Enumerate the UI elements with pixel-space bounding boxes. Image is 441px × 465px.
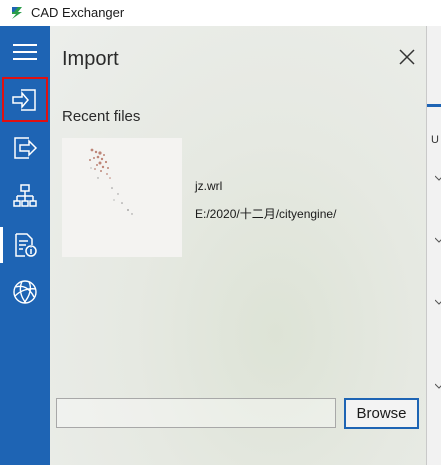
file-path-input[interactable] (56, 398, 336, 428)
sidebar-item-properties[interactable] (0, 221, 50, 269)
chevron-down-icon[interactable] (435, 174, 441, 182)
close-icon[interactable] (396, 46, 418, 68)
right-panel-label: U (431, 134, 439, 146)
sidebar-item-export[interactable] (0, 124, 50, 172)
panel-divider (426, 26, 427, 465)
hamburger-menu-icon (13, 44, 37, 60)
menu-button[interactable] (0, 28, 50, 76)
title-bar: CAD Exchanger (0, 0, 441, 26)
export-icon (14, 137, 38, 159)
import-panel: Import Recent files jz.wrl E:/2020/十二月/c… (50, 26, 426, 465)
chevron-down-icon[interactable] (435, 382, 441, 390)
recent-file-name[interactable]: jz.wrl (195, 179, 222, 193)
sidebar-item-import[interactable] (2, 77, 48, 122)
document-info-icon (15, 233, 37, 257)
recent-files-heading: Recent files (62, 108, 141, 125)
model-preview-image (89, 148, 133, 215)
tab-indicator (426, 104, 441, 107)
sidebar-item-web[interactable] (0, 268, 50, 316)
window-title: CAD Exchanger (31, 5, 125, 20)
chevron-down-icon[interactable] (435, 298, 441, 306)
import-icon (12, 88, 36, 111)
panel-title: Import (62, 48, 119, 70)
browse-button[interactable]: Browse (344, 398, 419, 429)
structure-tree-icon (13, 184, 37, 207)
sidebar (0, 26, 50, 465)
recent-file-path: E:/2020/十二月/cityengine/ (195, 207, 337, 221)
chevron-down-icon[interactable] (435, 236, 441, 244)
cad-exchanger-logo-icon (12, 7, 22, 19)
globe-icon (13, 280, 37, 304)
right-side-panel: U (426, 26, 441, 465)
sidebar-item-structure[interactable] (0, 172, 50, 220)
recent-file-thumbnail[interactable] (62, 138, 182, 257)
